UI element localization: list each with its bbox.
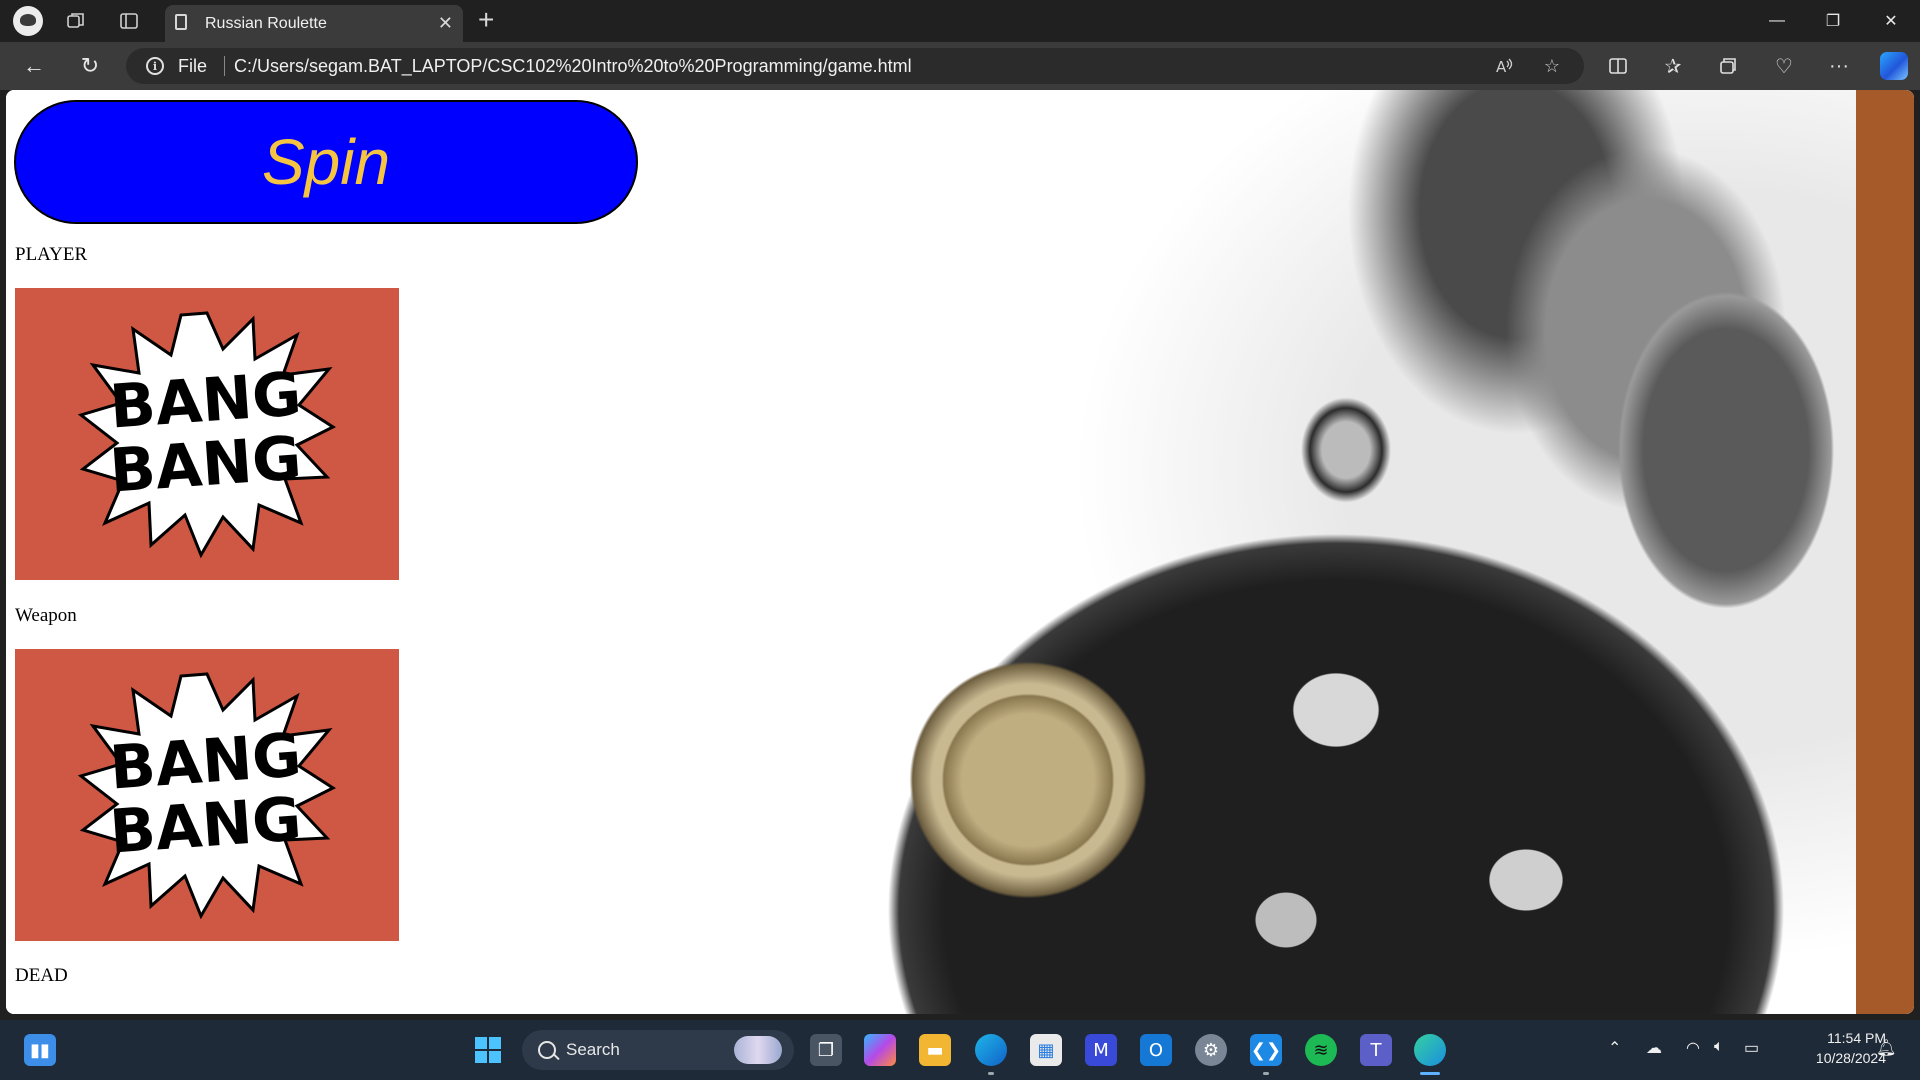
svg-text:A: A bbox=[1496, 58, 1507, 76]
tab-strip: Russian Roulette ✕ + — ❐ ✕ bbox=[0, 0, 1920, 42]
edge-icon[interactable] bbox=[1414, 1034, 1446, 1066]
copilot-icon[interactable] bbox=[1880, 52, 1908, 80]
info-icon[interactable]: i bbox=[146, 57, 164, 75]
url-text[interactable]: C:/Users/segam.BAT_LAPTOP/CSC102%20Intro… bbox=[234, 56, 912, 77]
widgets-icon[interactable]: ▮▮ bbox=[24, 1034, 56, 1066]
browser-essentials-icon[interactable]: ♡ bbox=[1770, 52, 1798, 80]
page-viewport: Spin PLAYER BANG BANG Weapon BANG BANG D… bbox=[6, 90, 1914, 1014]
onedrive-cloud-icon[interactable]: ☁ bbox=[1646, 1038, 1662, 1058]
minimize-button[interactable]: — bbox=[1754, 6, 1800, 36]
close-window-button[interactable]: ✕ bbox=[1868, 6, 1914, 36]
clock-time[interactable]: 11:54 PM bbox=[1806, 1030, 1886, 1046]
edge-dev-running-indicator bbox=[988, 1072, 994, 1075]
taskbar-search-input[interactable]: Search bbox=[522, 1030, 794, 1070]
taskbar: ▮▮ Search ❐ ▬ ▦ M O ⚙ ❮❯ ≋ T ⌃ ☁ ◠ 🔈︎ ▭ … bbox=[0, 1020, 1920, 1080]
copilot-app-icon[interactable] bbox=[864, 1034, 896, 1066]
browser-toolbar: ← ↻ i File C:/Users/segam.BAT_LAPTOP/CSC… bbox=[0, 42, 1920, 90]
show-hidden-icons-chevron-icon[interactable]: ⌃ bbox=[1608, 1038, 1621, 1058]
vscode-running-indicator bbox=[1263, 1072, 1269, 1075]
teams-icon[interactable]: T bbox=[1360, 1034, 1392, 1066]
settings-gear-icon[interactable]: ⚙ bbox=[1195, 1034, 1227, 1066]
file-explorer-icon[interactable]: ▬ bbox=[919, 1034, 951, 1066]
dead-label: DEAD bbox=[15, 965, 68, 986]
split-screen-icon[interactable] bbox=[1604, 52, 1632, 80]
maximize-button[interactable]: ❐ bbox=[1810, 6, 1856, 36]
search-label: Search bbox=[566, 1040, 620, 1059]
search-highlight-icon bbox=[734, 1036, 782, 1064]
tab-title: Russian Roulette bbox=[205, 15, 327, 32]
spin-button[interactable]: Spin bbox=[14, 100, 638, 224]
task-view-icon[interactable]: ❐ bbox=[810, 1034, 842, 1066]
new-tab-button[interactable]: + bbox=[478, 6, 494, 34]
bang-burst-icon: BANG BANG bbox=[77, 311, 337, 559]
microsoft-store-icon[interactable]: ▦ bbox=[1030, 1034, 1062, 1066]
volume-icon[interactable]: 🔈︎ bbox=[1714, 1038, 1724, 1056]
player-image: BANG BANG bbox=[15, 288, 399, 580]
tab-russian-roulette[interactable]: Russian Roulette ✕ bbox=[165, 5, 463, 42]
file-label: File bbox=[178, 56, 208, 76]
bang-text-line2: BANG bbox=[108, 784, 304, 867]
vscode-icon[interactable]: ❮❯ bbox=[1250, 1034, 1282, 1066]
edge-dev-icon[interactable] bbox=[975, 1034, 1007, 1066]
edge-active-indicator bbox=[1420, 1072, 1440, 1075]
bang-burst-icon: BANG BANG bbox=[77, 672, 337, 920]
address-bar[interactable]: i File C:/Users/segam.BAT_LAPTOP/CSC102%… bbox=[126, 48, 1584, 84]
weapon-image: BANG BANG bbox=[15, 649, 399, 941]
close-tab-icon[interactable]: ✕ bbox=[438, 13, 453, 34]
spotify-icon[interactable]: ≋ bbox=[1305, 1034, 1337, 1066]
back-button[interactable]: ← bbox=[18, 50, 50, 82]
outlook-icon[interactable]: O bbox=[1140, 1034, 1172, 1066]
battery-icon[interactable]: ▭ bbox=[1744, 1038, 1759, 1058]
more-menu-icon[interactable]: ··· bbox=[1825, 52, 1853, 80]
collections-icon[interactable] bbox=[1714, 52, 1742, 80]
workspaces-icon[interactable] bbox=[62, 7, 90, 35]
read-aloud-icon[interactable]: A bbox=[1492, 54, 1516, 78]
favorite-star-icon[interactable]: ☆ bbox=[1540, 54, 1564, 78]
weapon-label: Weapon bbox=[15, 605, 77, 626]
start-windows-icon[interactable] bbox=[472, 1034, 504, 1066]
clock-date[interactable]: 10/28/2024 bbox=[1786, 1050, 1886, 1066]
bang-text-line2: BANG bbox=[108, 423, 304, 506]
search-icon bbox=[538, 1041, 556, 1059]
player-label: PLAYER bbox=[15, 244, 88, 265]
math-app-icon[interactable]: M bbox=[1085, 1034, 1117, 1066]
tab-actions-icon[interactable] bbox=[115, 7, 143, 35]
separator bbox=[224, 56, 225, 76]
favorites-icon[interactable]: ✰ bbox=[1659, 52, 1687, 80]
profile-avatar-icon[interactable] bbox=[13, 6, 43, 36]
refresh-button[interactable]: ↻ bbox=[74, 50, 106, 82]
notification-bell-icon[interactable]: 🔔︎ bbox=[1876, 1038, 1896, 1058]
wifi-icon[interactable]: ◠ bbox=[1686, 1038, 1700, 1058]
page-icon bbox=[175, 14, 187, 30]
